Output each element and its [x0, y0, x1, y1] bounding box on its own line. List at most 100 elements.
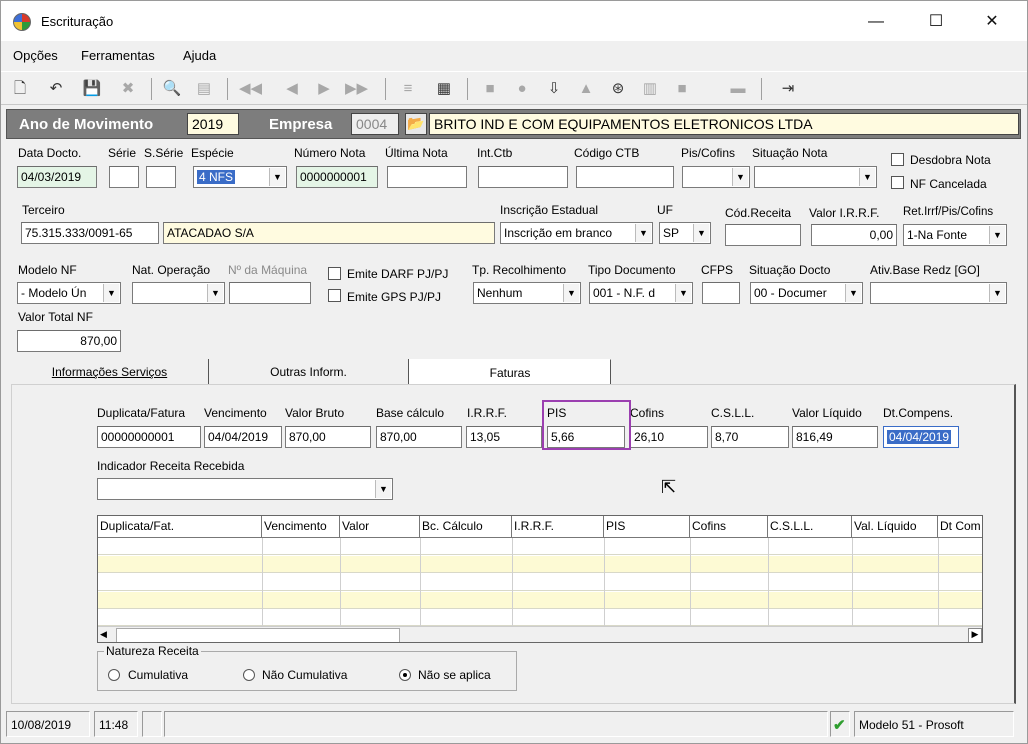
scroll-thumb[interactable] — [116, 628, 400, 642]
grid-header[interactable]: I.R.R.F. — [512, 516, 604, 538]
serie-field[interactable] — [109, 166, 139, 188]
emite-darf-checkbox[interactable] — [328, 267, 341, 280]
undo-icon[interactable]: ↶ — [45, 78, 67, 100]
irrf-field[interactable]: 13,05 — [466, 426, 542, 448]
radio-nao-cumulativa[interactable] — [243, 669, 255, 681]
ativ-base-dropdown[interactable]: ▼ — [870, 282, 1007, 304]
next-record-icon[interactable]: ▶ — [313, 78, 335, 100]
tab-faturas[interactable]: Faturas — [409, 359, 611, 385]
nat-operacao-dropdown[interactable]: ▼ — [132, 282, 225, 304]
situacao-docto-dropdown[interactable]: 00 - Documer ▼ — [750, 282, 863, 304]
chevron-down-icon[interactable]: ▼ — [375, 480, 391, 498]
menu-ferramentas[interactable]: Ferramentas — [81, 48, 155, 63]
valor-total-field[interactable]: 870,00 — [17, 330, 121, 352]
sserie-field[interactable] — [146, 166, 176, 188]
especie-dropdown[interactable]: 4 NFS ▼ — [193, 166, 287, 188]
chevron-down-icon[interactable]: ▼ — [845, 284, 861, 302]
menu-ajuda[interactable]: Ajuda — [183, 48, 216, 63]
grid-header[interactable]: Valor — [340, 516, 420, 538]
numero-nota-field[interactable]: 0000000001 — [296, 166, 378, 188]
indicador-dropdown[interactable]: ▼ — [97, 478, 393, 500]
scroll-left-icon[interactable]: ◀ — [100, 629, 112, 642]
previous-record-icon[interactable]: ◀ — [281, 78, 303, 100]
tab-informacoes-servicos[interactable]: Informações Serviços — [11, 359, 209, 385]
ultima-nota-field[interactable] — [387, 166, 467, 188]
ano-field[interactable]: 2019 — [187, 113, 239, 135]
grid-header[interactable]: Bc. Cálculo — [420, 516, 512, 538]
chevron-down-icon[interactable]: ▼ — [989, 226, 1005, 244]
apple-icon[interactable]: ● — [511, 78, 533, 100]
grid-header[interactable]: Val. Líquido — [852, 516, 938, 538]
exit-icon[interactable]: ⇥ — [777, 78, 799, 100]
chevron-down-icon[interactable]: ▼ — [732, 168, 748, 186]
chevron-down-icon[interactable]: ▼ — [989, 284, 1005, 302]
desdobra-nota-checkbox[interactable] — [891, 153, 904, 166]
cloud-icon[interactable]: ▲ — [575, 78, 597, 100]
chevron-down-icon[interactable]: ▼ — [563, 284, 579, 302]
table-row[interactable] — [98, 610, 982, 626]
new-document-icon[interactable]: 🗋 — [9, 78, 31, 100]
maximize-button[interactable]: ☐ — [913, 9, 959, 35]
print-preview-icon[interactable]: 🔍 — [161, 78, 183, 100]
chevron-down-icon[interactable]: ▼ — [675, 284, 691, 302]
chevron-down-icon[interactable]: ▼ — [635, 224, 651, 242]
chevron-down-icon[interactable]: ▼ — [103, 284, 119, 302]
cod-receita-field[interactable] — [725, 224, 801, 246]
grid-header[interactable]: Vencimento — [262, 516, 340, 538]
grid-header[interactable]: Duplicata/Fat. — [98, 516, 262, 538]
empresa-code-field[interactable]: 0004 — [351, 113, 399, 135]
duplicata-field[interactable]: 00000000001 — [97, 426, 201, 448]
grid-icon[interactable]: ■ — [671, 78, 693, 100]
scroll-right-icon[interactable]: ▶ — [968, 628, 982, 642]
grid-header[interactable]: C.S.L.L. — [768, 516, 852, 538]
int-ctb-field[interactable] — [478, 166, 568, 188]
valor-liquido-field[interactable]: 816,49 — [792, 426, 878, 448]
calculator-icon[interactable]: ▦ — [433, 78, 455, 100]
save-icon[interactable]: 💾 — [81, 78, 103, 100]
base-calculo-field[interactable]: 870,00 — [376, 426, 462, 448]
vencimento-field[interactable]: 04/04/2019 — [204, 426, 282, 448]
menu-opcoes[interactable]: Opções — [13, 48, 58, 63]
data-docto-field[interactable]: 04/03/2019 — [17, 166, 97, 188]
open-folder-icon[interactable]: 📂 — [405, 113, 427, 135]
radio-cumulativa[interactable] — [108, 669, 120, 681]
grid-header[interactable]: Cofins — [690, 516, 768, 538]
last-record-icon[interactable]: ▶▶ — [345, 78, 368, 100]
num-maquina-field[interactable] — [229, 282, 311, 304]
pis-cofins-dropdown[interactable]: ▼ — [682, 166, 750, 188]
tab-outras-inform[interactable]: Outras Inform. — [209, 359, 409, 385]
minimize-button[interactable]: — — [853, 9, 899, 35]
emite-gps-checkbox[interactable] — [328, 289, 341, 302]
valor-bruto-field[interactable]: 870,00 — [285, 426, 371, 448]
table-row[interactable] — [98, 574, 982, 591]
uf-dropdown[interactable]: SP ▼ — [659, 222, 711, 244]
faturas-grid[interactable]: Duplicata/Fat. Vencimento Valor Bc. Cálc… — [97, 515, 983, 643]
first-record-icon[interactable]: ◀◀ — [239, 78, 262, 100]
export-icon[interactable]: ⇩ — [543, 78, 565, 100]
dt-compens-field[interactable]: 04/04/2019 — [883, 426, 959, 448]
minus-icon[interactable]: ▬ — [727, 78, 749, 100]
tipo-documento-dropdown[interactable]: 001 - N.F. d ▼ — [589, 282, 693, 304]
ret-irrf-dropdown[interactable]: 1-Na Fonte ▼ — [903, 224, 1007, 246]
columns-icon[interactable]: ▥ — [639, 78, 661, 100]
list-icon[interactable]: ≡ — [397, 78, 419, 100]
horizontal-scrollbar[interactable]: ◀ ▶ — [98, 626, 982, 642]
table-row[interactable] — [98, 592, 982, 609]
table-row[interactable] — [98, 556, 982, 573]
modelo-nf-dropdown[interactable]: - Modelo Ún ▼ — [17, 282, 121, 304]
tp-recolhimento-dropdown[interactable]: Nenhum ▼ — [473, 282, 581, 304]
chevron-down-icon[interactable]: ▼ — [269, 168, 285, 186]
close-button[interactable]: ✕ — [969, 9, 1015, 35]
cdb-icon[interactable]: ⊛ — [607, 78, 629, 100]
chevron-down-icon[interactable]: ▼ — [693, 224, 709, 242]
situacao-nota-dropdown[interactable]: ▼ — [754, 166, 877, 188]
terceiro-cnpj-field[interactable]: 75.315.333/0091-65 — [21, 222, 159, 244]
nf-icon[interactable]: ▤ — [193, 78, 215, 100]
grid-header[interactable]: Dt Com — [938, 516, 982, 538]
chevron-down-icon[interactable]: ▼ — [207, 284, 223, 302]
chevron-down-icon[interactable]: ▼ — [859, 168, 875, 186]
table-row[interactable] — [98, 538, 982, 555]
inscricao-dropdown[interactable]: Inscrição em branco ▼ — [500, 222, 653, 244]
grid-header[interactable]: PIS — [604, 516, 690, 538]
radio-nao-se-aplica[interactable] — [399, 669, 411, 681]
